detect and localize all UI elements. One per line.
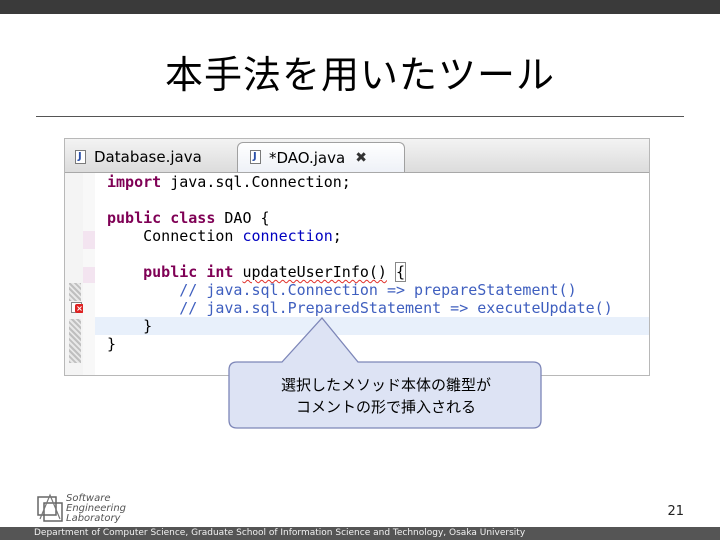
callout-text: 選択したメソッド本体の雛型が コメントの形で挿入される — [232, 374, 540, 418]
code-token: java.sql.Connection; — [161, 173, 351, 191]
editor-tab-bar: J Database.java J *DAO.java ✖ — [65, 139, 649, 173]
code-line[interactable]: // java.sql.PreparedStatement => execute… — [107, 299, 613, 317]
code-editor-screenshot: J Database.java J *DAO.java ✖ × import j… — [64, 138, 650, 376]
diff-marker — [83, 231, 95, 249]
code-token: { — [394, 262, 407, 282]
code-token: import — [107, 173, 162, 191]
quick-diff-ruler — [83, 173, 95, 375]
code-line[interactable]: Connection connection; — [107, 227, 613, 245]
change-marker — [69, 319, 81, 363]
editor-gutter: × — [65, 173, 84, 375]
lab-logo-icon — [37, 493, 63, 522]
code-line[interactable]: public class DAO { — [107, 209, 613, 227]
code-line[interactable] — [107, 245, 613, 263]
code-token: DAO { — [215, 209, 270, 227]
code-line[interactable]: } — [107, 335, 613, 353]
code-token: class — [170, 209, 216, 227]
page-number: 21 — [667, 504, 684, 519]
java-file-icon: J — [248, 150, 263, 165]
code-token: Connection — [107, 227, 243, 245]
code-token: // java.sql.PreparedStatement => execute… — [107, 299, 613, 317]
close-icon[interactable]: ✖ — [355, 150, 367, 166]
footer-text: Department of Computer Science, Graduate… — [34, 528, 526, 538]
diff-marker — [83, 267, 95, 283]
change-marker — [69, 283, 81, 301]
java-file-icon: J — [73, 149, 88, 165]
code-area[interactable]: import java.sql.Connection; public class… — [107, 173, 613, 353]
slide-title: 本手法を用いたツール — [164, 53, 555, 97]
lab-logo: Software Engineering Laboratory — [36, 493, 136, 525]
code-token: } — [107, 317, 153, 335]
logo-line: Laboratory — [66, 513, 121, 524]
code-token: } — [107, 335, 117, 353]
title-divider — [36, 116, 684, 117]
callout-line: コメントの形で挿入される — [295, 398, 476, 416]
tab-database-java[interactable]: J Database.java — [69, 142, 237, 172]
tab-label: *DAO.java — [269, 148, 346, 167]
code-line[interactable]: // java.sql.Connection => prepareStateme… — [107, 281, 613, 299]
code-line[interactable]: } — [107, 317, 613, 335]
code-line[interactable]: import java.sql.Connection; — [107, 173, 613, 191]
code-token: connection — [242, 227, 333, 245]
code-line[interactable]: public int updateUserInfo() { — [107, 262, 613, 282]
code-token: int — [206, 263, 234, 281]
tab-dao-java[interactable]: J *DAO.java ✖ — [237, 142, 405, 172]
top-bar — [0, 0, 720, 14]
code-token: public — [143, 263, 198, 281]
code-token: ; — [332, 227, 342, 245]
code-token: // java.sql.Connection => prepareStateme… — [107, 281, 577, 299]
tab-label: Database.java — [94, 148, 202, 166]
callout-line: 選択したメソッド本体の雛型が — [280, 376, 491, 394]
code-token: updateUserInfo() — [242, 263, 387, 281]
code-token: public — [107, 209, 162, 227]
code-line[interactable] — [107, 191, 613, 209]
